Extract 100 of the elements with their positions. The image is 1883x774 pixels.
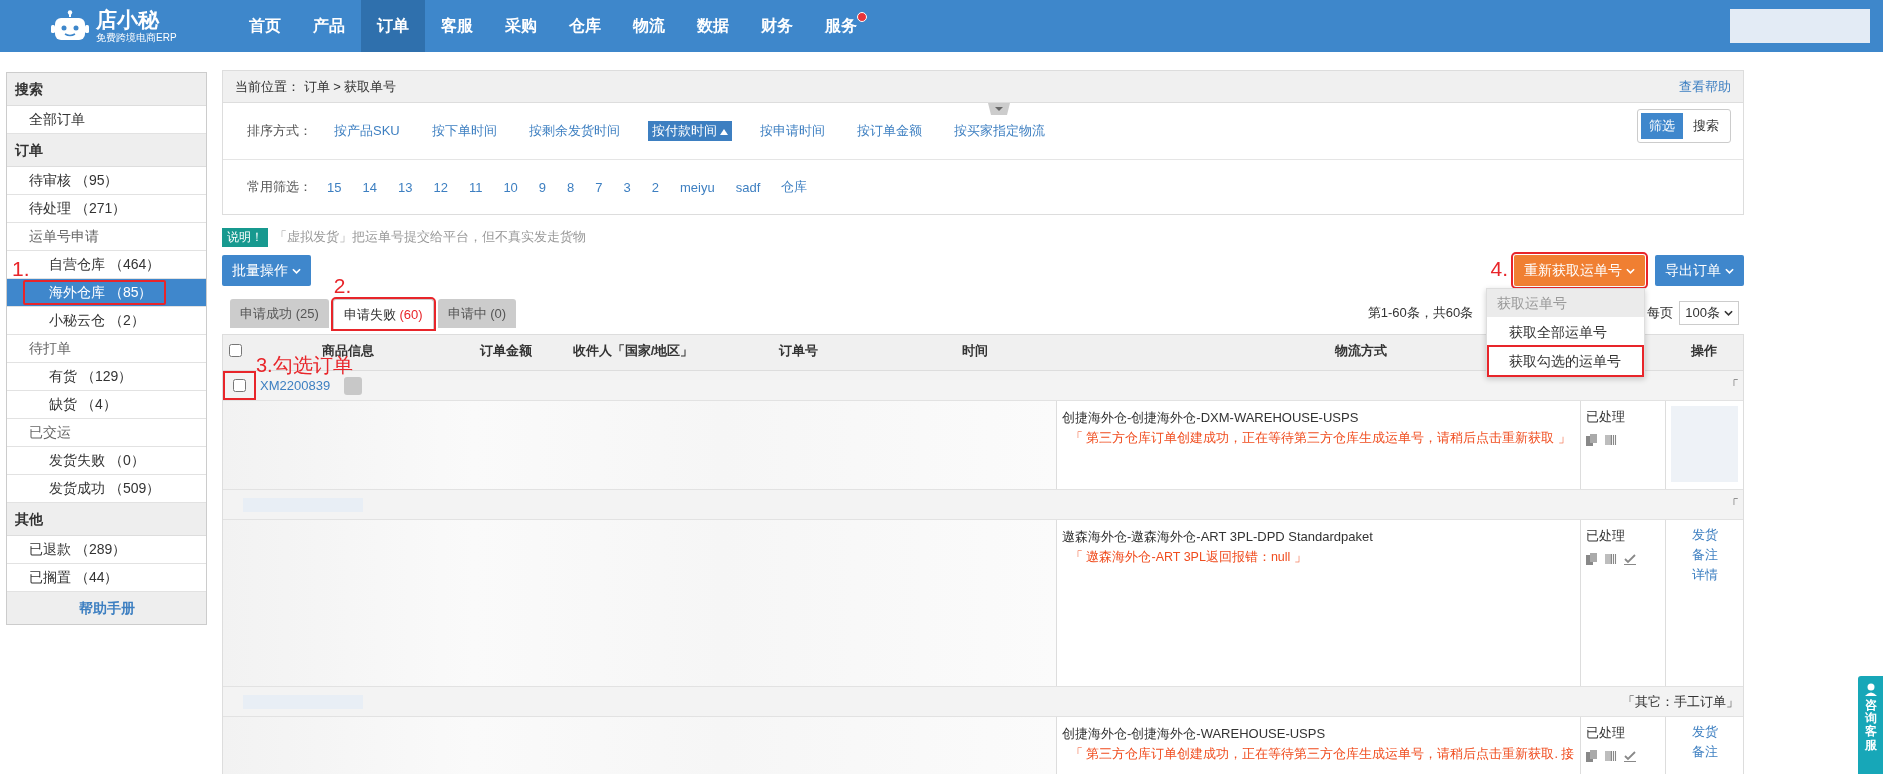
column-header: 操作 [1690, 342, 1718, 360]
column-header: 商品信息 [322, 342, 375, 358]
sidebar-item[interactable]: 发货失败 （0） [49, 452, 145, 468]
nav-tab[interactable]: 财务 [745, 0, 809, 52]
mode-button[interactable]: 筛选 [1641, 113, 1683, 139]
sidebar-item[interactable]: 待审核 （95） [29, 172, 119, 188]
step-annotation: 4. [1490, 257, 1508, 281]
quick-filter-link[interactable]: 8 [567, 179, 575, 195]
status-tab[interactable]: 申请成功 (25) [230, 299, 329, 328]
row-action-link[interactable]: 备注 [1691, 742, 1718, 762]
status-text: 已处理 [1586, 408, 1626, 426]
blurred-tag [344, 376, 363, 395]
barcode-icon[interactable] [1605, 553, 1617, 565]
copy-icon[interactable] [1586, 434, 1598, 446]
quick-filter-label: 常用筛选： [247, 178, 312, 196]
nav-tab[interactable]: 首页 [233, 0, 297, 52]
quick-filter-link[interactable]: 12 [433, 179, 448, 195]
nav-tab[interactable]: 数据 [681, 0, 745, 52]
nav-tab[interactable]: 仓库 [553, 0, 617, 52]
quick-filter-link[interactable]: 14 [362, 179, 377, 195]
collapse-toggle-icon[interactable] [988, 103, 1010, 115]
quick-filter-link[interactable]: 11 [468, 179, 483, 195]
sidebar-item[interactable]: 自营仓库 （464） [49, 256, 161, 272]
menu-item[interactable]: 获取全部运单号 [1489, 318, 1642, 346]
column-header: 时间 [960, 342, 989, 360]
caret-icon [1626, 267, 1635, 274]
row-action-link[interactable]: 详情 [1691, 565, 1718, 585]
per-page-select[interactable]: 100条 [1679, 301, 1739, 325]
refetch-tracking-button[interactable]: 重新获取运单号 [1514, 255, 1645, 286]
logo-text: 店小秘 [96, 8, 161, 32]
sort-option[interactable]: 按订单金额 [852, 121, 926, 141]
barcode-icon[interactable] [1605, 750, 1617, 762]
status-tab[interactable]: 申请中 (0) [437, 299, 516, 328]
help-link[interactable]: 查看帮助 [1679, 77, 1731, 96]
order-source-note: 「其它：手工订单」 [1622, 692, 1739, 711]
sort-option[interactable]: 按付款时间 [647, 121, 732, 141]
mode-button[interactable]: 搜索 [1685, 113, 1727, 139]
check-icon[interactable] [1624, 750, 1636, 762]
sidebar-section-title: 订单 [7, 134, 206, 167]
sort-option[interactable]: 按产品SKU [330, 121, 404, 141]
sort-option[interactable]: 按申请时间 [755, 121, 829, 141]
export-orders-button[interactable]: 导出订单 [1655, 255, 1744, 286]
copy-icon[interactable] [1586, 750, 1598, 762]
robot-logo-icon [50, 10, 90, 42]
select-all-checkbox[interactable] [229, 344, 242, 357]
copy-icon[interactable] [1586, 553, 1598, 565]
column-header: 订单号 [777, 342, 819, 360]
column-header: 收件人「国家/地区」 [571, 342, 695, 360]
error-message: 「 遨森海外仓-ART 3PL返回报错：null 」 [1069, 549, 1308, 566]
quick-filter-link[interactable]: meiyu [680, 179, 715, 195]
check-icon[interactable] [1624, 553, 1636, 565]
batch-action-button[interactable]: 批量操作 [222, 255, 311, 286]
support-button[interactable]: 咨询客服 [1858, 676, 1883, 774]
help-link[interactable]: 帮助手册 [7, 592, 206, 624]
nav-tab[interactable]: 订单 [361, 0, 425, 52]
per-page-label: 每页 [1647, 304, 1674, 322]
quick-filter-link[interactable]: sadf [735, 179, 761, 195]
logo-tagline: 免费跨境电商ERP [96, 32, 177, 44]
quick-filter-link[interactable]: 仓库 [781, 178, 808, 196]
quick-filter-link[interactable]: 2 [651, 179, 659, 195]
sidebar-item[interactable]: 海外仓库 （85） [23, 280, 167, 305]
nav-tab[interactable]: 客服 [425, 0, 489, 52]
sort-label: 排序方式： [247, 122, 312, 140]
step-annotation: 1. [12, 257, 30, 281]
sidebar-item[interactable]: 运单号申请 [29, 228, 99, 244]
row-action-link[interactable]: 备注 [1691, 545, 1718, 565]
order-checkbox[interactable] [233, 379, 246, 392]
quick-filter-link[interactable]: 9 [538, 179, 547, 195]
sidebar-item[interactable]: 小秘云仓 （2） [49, 312, 145, 328]
row-action-link[interactable]: 发货 [1691, 722, 1718, 742]
status-text: 已处理 [1586, 724, 1626, 742]
sidebar-item[interactable]: 已搁置 （44） [29, 569, 119, 585]
sidebar-item[interactable]: 待打单 [29, 340, 71, 356]
quick-filter-link[interactable]: 10 [503, 179, 518, 195]
barcode-icon[interactable] [1605, 434, 1617, 446]
sidebar-item[interactable]: 全部订单 [29, 111, 85, 127]
menu-item[interactable]: 获取勾选的运单号 [1489, 347, 1642, 375]
quick-filter-link[interactable]: 3 [623, 179, 631, 195]
sidebar-item[interactable]: 已退款 （289） [29, 541, 127, 557]
sidebar-item[interactable]: 有货 （129） [49, 368, 133, 384]
row-action-link[interactable]: 发货 [1691, 525, 1718, 545]
quick-filter-link[interactable]: 13 [397, 179, 413, 195]
sort-option[interactable]: 按下单时间 [427, 121, 501, 141]
order-number-link[interactable]: XM2200839 [260, 378, 331, 393]
sidebar-item[interactable]: 发货成功 （509） [49, 480, 161, 496]
step-annotation: 2. [333, 274, 352, 298]
sidebar-item[interactable]: 待处理 （271） [29, 200, 127, 216]
nav-tab[interactable]: 产品 [297, 0, 361, 52]
sidebar-item[interactable]: 缺货 （4） [49, 396, 117, 412]
sort-option[interactable]: 按剩余发货时间 [524, 121, 624, 141]
nav-tab[interactable]: 物流 [617, 0, 681, 52]
column-header: 订单金额 [478, 342, 533, 360]
sidebar-item[interactable]: 已交运 [29, 424, 71, 440]
error-message: 「 第三方仓库订单创建成功，正在等待第三方仓库生成运单号，请稍后点击重新获取 」 [1069, 430, 1572, 447]
sidebar-section-title: 其他 [7, 503, 206, 536]
quick-filter-link[interactable]: 7 [595, 179, 603, 195]
nav-tab[interactable]: 采购 [489, 0, 553, 52]
sort-option[interactable]: 按买家指定物流 [949, 121, 1049, 141]
nav-tab[interactable]: 服务 [809, 0, 873, 52]
quick-filter-link[interactable]: 15 [327, 179, 342, 195]
